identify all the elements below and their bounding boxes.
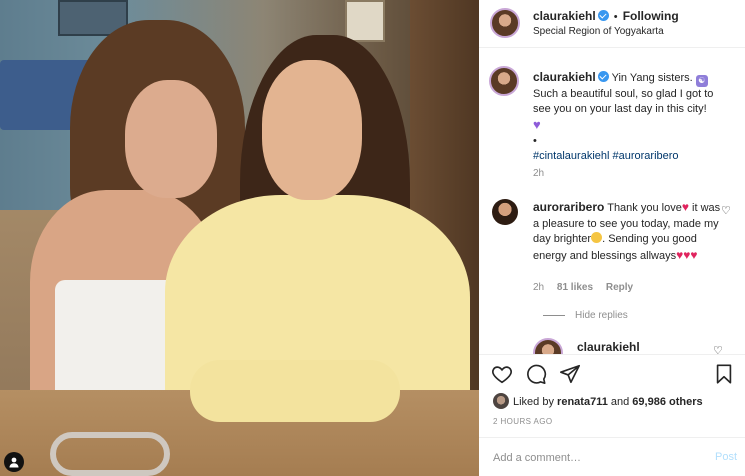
reply-item: claurakiehl ♡ xyxy=(533,336,745,354)
comment-like-heart-icon[interactable]: ♡ xyxy=(721,204,731,217)
comment-meta: 2h 81 likes Reply xyxy=(533,282,643,293)
photo-person-left-face xyxy=(125,80,217,198)
caption-time: 2h xyxy=(533,168,545,179)
following-button[interactable]: Following xyxy=(623,9,679,23)
share-icon[interactable] xyxy=(559,363,581,385)
liked-by-prefix: Liked by xyxy=(513,396,554,408)
avatar[interactable] xyxy=(533,338,563,354)
comment-username[interactable]: auroraribero xyxy=(533,200,604,214)
add-comment-bar: Post xyxy=(479,437,745,476)
header-username[interactable]: claurakiehl xyxy=(533,9,596,23)
action-icon-row xyxy=(491,363,735,387)
photo-sunglasses xyxy=(50,432,170,476)
comment-text: auroraribero Thank you love♥ it was a pl… xyxy=(533,200,721,264)
hide-replies-button[interactable]: Hide replies xyxy=(543,310,628,321)
post-side-panel: claurakiehl • Following Special Region o… xyxy=(479,0,745,476)
avatar[interactable] xyxy=(490,8,520,38)
comment-reply-button[interactable]: Reply xyxy=(606,282,633,293)
post-time-ago[interactable]: 2 HOURS AGO xyxy=(493,417,553,426)
header-user-line: claurakiehl • Following xyxy=(533,9,679,23)
comment-input[interactable] xyxy=(493,449,693,467)
location-link[interactable]: Special Region of Yogyakarta xyxy=(533,26,664,37)
avatar[interactable] xyxy=(492,199,518,225)
post-actions: Liked by renata711 and 69,986 others 2 H… xyxy=(479,354,745,476)
red-heart-emoji-icon: ♥ xyxy=(681,200,689,214)
comment-icon[interactable] xyxy=(525,363,547,385)
caption-text: claurakiehl Yin Yang sisters. ☯ Such a b… xyxy=(533,70,731,164)
yin-yang-emoji-icon: ☯ xyxy=(695,75,708,87)
avatar[interactable] xyxy=(493,393,509,409)
post-photo[interactable] xyxy=(0,0,479,476)
caption-username[interactable]: claurakiehl xyxy=(533,70,596,84)
post-button[interactable]: Post xyxy=(715,451,737,463)
reply-like-heart-icon[interactable]: ♡ xyxy=(713,344,723,354)
photo-wall-frame xyxy=(345,0,385,42)
caption-text-part1: Yin Yang sisters. xyxy=(611,72,693,84)
purple-heart-emoji-icon: ♥ xyxy=(533,117,541,132)
photo-person-right-face xyxy=(262,60,362,200)
reply-username[interactable]: claurakiehl xyxy=(577,340,640,354)
caption-hashtags[interactable]: #cintalaurakiehl #auroraribero xyxy=(533,150,679,162)
caption-bullet: • xyxy=(533,135,537,147)
post-header: claurakiehl • Following Special Region o… xyxy=(479,0,745,48)
photo-person-right-arm xyxy=(190,360,400,422)
hug-emoji-icon xyxy=(591,232,603,243)
bookmark-icon[interactable] xyxy=(713,363,735,385)
red-heart-emoji-icon: ♥♥♥ xyxy=(676,247,698,262)
caption-text-part2: Such a beautiful soul, so glad I got to … xyxy=(533,88,714,115)
likes-count[interactable]: 69,986 others xyxy=(632,396,702,408)
comment-likes[interactable]: 81 likes xyxy=(557,282,593,293)
comment-text-part1: Thank you love xyxy=(607,202,682,214)
liked-by-and: and xyxy=(610,396,630,408)
comment-time: 2h xyxy=(533,282,545,293)
header-separator: • xyxy=(613,11,618,23)
liked-by-line: Liked by renata711 and 69,986 others xyxy=(493,393,703,409)
verified-icon xyxy=(597,71,609,82)
liked-by-user[interactable]: renata711 xyxy=(557,396,608,408)
avatar[interactable] xyxy=(489,66,519,96)
user-tag-icon[interactable] xyxy=(4,452,24,472)
heart-icon[interactable] xyxy=(491,363,513,385)
verified-icon xyxy=(597,10,609,21)
